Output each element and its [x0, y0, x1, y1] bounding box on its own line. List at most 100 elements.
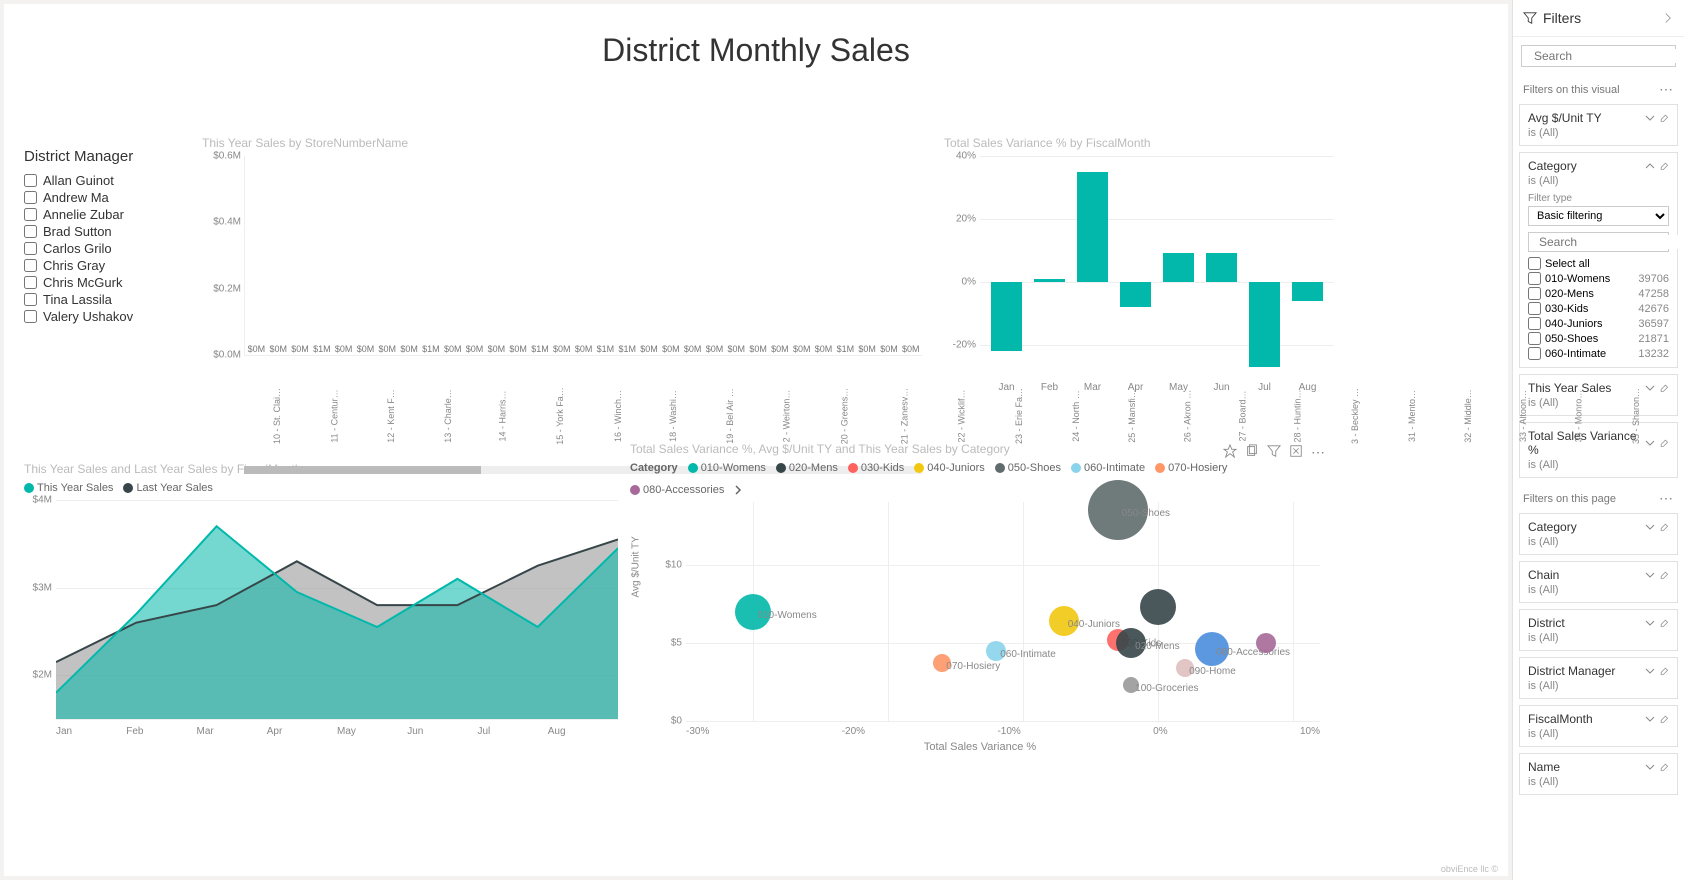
filter-card[interactable]: District is (All): [1519, 609, 1678, 651]
bubble-unlabeled[interactable]: [1140, 589, 1176, 625]
bar-column[interactable]: $0M: [661, 344, 680, 355]
chevron-down-icon[interactable]: [1645, 570, 1655, 580]
slicer-item[interactable]: Andrew Ma: [24, 190, 194, 205]
filter-card-header[interactable]: Avg $/Unit TY: [1528, 111, 1669, 125]
filter-card[interactable]: FiscalMonth is (All): [1519, 705, 1678, 747]
bar-column[interactable]: $0M: [487, 344, 506, 355]
filter-type-select[interactable]: Basic filtering: [1528, 206, 1669, 226]
bar-column[interactable]: [1074, 156, 1111, 376]
sales-area-chart[interactable]: This Year Sales and Last Year Sales by F…: [24, 462, 618, 768]
slicer-checkbox[interactable]: [24, 310, 37, 323]
bar[interactable]: [1077, 172, 1108, 282]
bar-column[interactable]: $0M: [640, 344, 659, 355]
chevron-down-icon[interactable]: [1645, 666, 1655, 676]
filter-list-item[interactable]: 030-Kids42676: [1528, 301, 1669, 316]
filter-card[interactable]: Category is (All): [1519, 513, 1678, 555]
more-icon[interactable]: ⋯: [1659, 81, 1674, 98]
bar-column[interactable]: $0M: [400, 344, 419, 355]
bar-column[interactable]: $0M: [858, 344, 877, 355]
bar-column[interactable]: [1289, 156, 1326, 376]
bar[interactable]: [1292, 282, 1323, 301]
bar-column[interactable]: $0M: [683, 344, 702, 355]
filter-list-item[interactable]: 040-Juniors36597: [1528, 316, 1669, 331]
bar-column[interactable]: [988, 156, 1025, 376]
eraser-icon[interactable]: [1659, 762, 1669, 772]
bubble-unlabeled2[interactable]: [1256, 633, 1276, 653]
bar-column[interactable]: $0M: [552, 344, 571, 355]
filter-card-header[interactable]: District: [1528, 616, 1669, 630]
filter-card-header[interactable]: Total Sales Variance %: [1528, 429, 1669, 457]
focus-icon[interactable]: [1289, 444, 1303, 463]
slicer-checkbox[interactable]: [24, 293, 37, 306]
legend-item[interactable]: 020-Mens: [776, 462, 838, 474]
bar[interactable]: [1034, 279, 1065, 282]
bar-column[interactable]: $0M: [291, 344, 310, 355]
bar-column[interactable]: $0M: [269, 344, 288, 355]
eraser-icon[interactable]: [1659, 438, 1669, 448]
slicer-checkbox[interactable]: [24, 208, 37, 221]
bar-column[interactable]: $0M: [443, 344, 462, 355]
slicer-checkbox[interactable]: [24, 174, 37, 187]
legend-item[interactable]: 050-Shoes: [995, 462, 1061, 474]
bar[interactable]: [1163, 253, 1194, 281]
more-icon[interactable]: ⋯: [1659, 490, 1674, 507]
slicer-item[interactable]: Brad Sutton: [24, 224, 194, 239]
bar-column[interactable]: $0M: [378, 344, 397, 355]
filter-search-input[interactable]: [1539, 235, 1684, 249]
filter-list-item[interactable]: 010-Womens39706: [1528, 271, 1669, 286]
bar-column[interactable]: $0M: [465, 344, 484, 355]
legend-item[interactable]: 080-Accessories: [630, 484, 724, 496]
chevron-down-icon[interactable]: [1645, 113, 1655, 123]
legend-item[interactable]: 030-Kids: [848, 462, 904, 474]
filter-card-header[interactable]: Category: [1528, 159, 1669, 173]
bar-column[interactable]: [1203, 156, 1240, 376]
slicer-checkbox[interactable]: [24, 259, 37, 272]
more-icon[interactable]: ⋯: [1311, 444, 1326, 463]
filters-pane[interactable]: Filters Filters on this visual ⋯ Avg $/U…: [1512, 0, 1684, 880]
filter-list[interactable]: Select all010-Womens39706020-Mens4725803…: [1528, 256, 1669, 361]
filter-list-item[interactable]: 020-Mens47258: [1528, 286, 1669, 301]
bar[interactable]: [1120, 282, 1151, 307]
chevron-down-icon[interactable]: [1645, 522, 1655, 532]
bar[interactable]: [991, 282, 1022, 351]
chevron-down-icon[interactable]: [1645, 762, 1655, 772]
chevron-up-icon[interactable]: [1645, 161, 1655, 171]
filter-card-header[interactable]: Chain: [1528, 568, 1669, 582]
filter-card-header[interactable]: This Year Sales: [1528, 381, 1669, 395]
filter-card[interactable]: Avg $/Unit TY is (All): [1519, 104, 1678, 146]
district-manager-slicer[interactable]: District Manager Allan GuinotAndrew MaAn…: [24, 148, 194, 326]
filter-card[interactable]: District Manager is (All): [1519, 657, 1678, 699]
filter-card[interactable]: This Year Sales is (All): [1519, 374, 1678, 416]
slicer-checkbox[interactable]: [24, 242, 37, 255]
eraser-icon[interactable]: [1659, 383, 1669, 393]
eraser-icon[interactable]: [1659, 113, 1669, 123]
bar-column[interactable]: $0M: [880, 344, 899, 355]
filter-card[interactable]: Total Sales Variance % is (All): [1519, 422, 1678, 478]
slicer-item[interactable]: Carlos Grilo: [24, 241, 194, 256]
bar-column[interactable]: [1117, 156, 1154, 376]
pin-icon[interactable]: [1223, 444, 1237, 463]
filter-search[interactable]: [1528, 232, 1669, 252]
legend-item[interactable]: 070-Hosiery: [1155, 462, 1227, 474]
legend-item[interactable]: 060-Intimate: [1071, 462, 1145, 474]
bar-column[interactable]: $0M: [814, 344, 833, 355]
variance-bar-chart[interactable]: Total Sales Variance % by FiscalMonth -2…: [944, 136, 1334, 436]
slicer-checkbox[interactable]: [24, 191, 37, 204]
bar-column[interactable]: $0M: [727, 344, 746, 355]
bar-column[interactable]: $1M: [596, 344, 615, 355]
category-scatter-chart[interactable]: ⋯ Total Sales Variance %, Avg $/Unit TY …: [630, 442, 1330, 768]
filter-card-header[interactable]: FiscalMonth: [1528, 712, 1669, 726]
legend-item[interactable]: 010-Womens: [688, 462, 766, 474]
bar-column[interactable]: $1M: [531, 344, 550, 355]
bar-column[interactable]: $0M: [334, 344, 353, 355]
bar-column[interactable]: [1031, 156, 1068, 376]
bar-column[interactable]: $0M: [749, 344, 768, 355]
bar-column[interactable]: $1M: [618, 344, 637, 355]
bar-column[interactable]: $1M: [422, 344, 441, 355]
eraser-icon[interactable]: [1659, 618, 1669, 628]
filter-card[interactable]: Chain is (All): [1519, 561, 1678, 603]
bar-column[interactable]: $0M: [705, 344, 724, 355]
eraser-icon[interactable]: [1659, 714, 1669, 724]
eraser-icon[interactable]: [1659, 161, 1669, 171]
bar-column[interactable]: $0M: [356, 344, 375, 355]
